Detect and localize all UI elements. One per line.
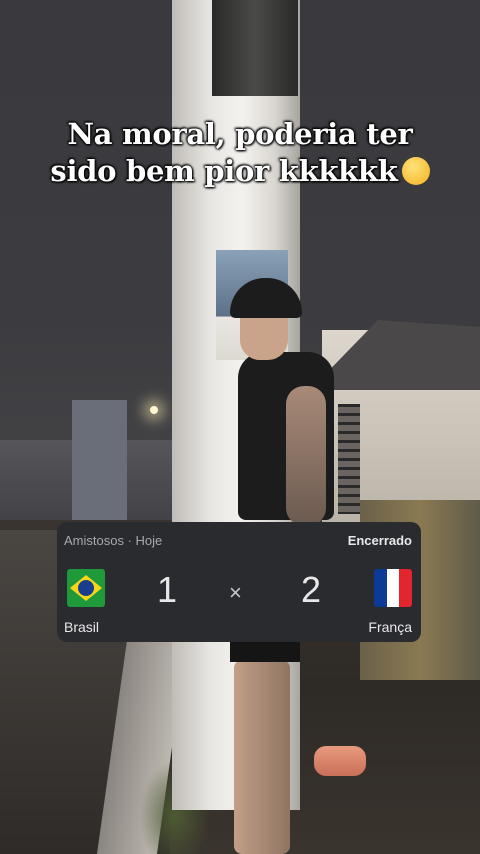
caption-line-1: Na moral, poderia ter [67,117,413,151]
away-score: 2 [301,569,322,610]
competition-label: Amistosos · Hoje [64,533,163,548]
score-separator: × [229,580,242,605]
house-window [338,404,360,514]
brazil-flag-icon [67,569,105,607]
video-caption: Na moral, poderia ter sido bem pior kkkk… [0,116,480,190]
home-score: 1 [157,569,178,610]
utility-pole-top [212,0,298,96]
street-lamp [150,406,158,414]
caption-line-2: sido bem pior kkkkkk [50,154,398,188]
home-team-name: Brasil [64,619,100,635]
france-flag-icon [374,569,412,607]
city-skyline [0,400,190,530]
match-status: Encerrado [347,533,412,548]
match-score-card[interactable]: Amistosos · Hoje Encerrado 1 × 2 Brasil … [57,522,421,642]
away-team-name: França [368,619,412,635]
grinning-face-with-sweat-emoji-icon [401,157,430,185]
cap [230,278,302,318]
